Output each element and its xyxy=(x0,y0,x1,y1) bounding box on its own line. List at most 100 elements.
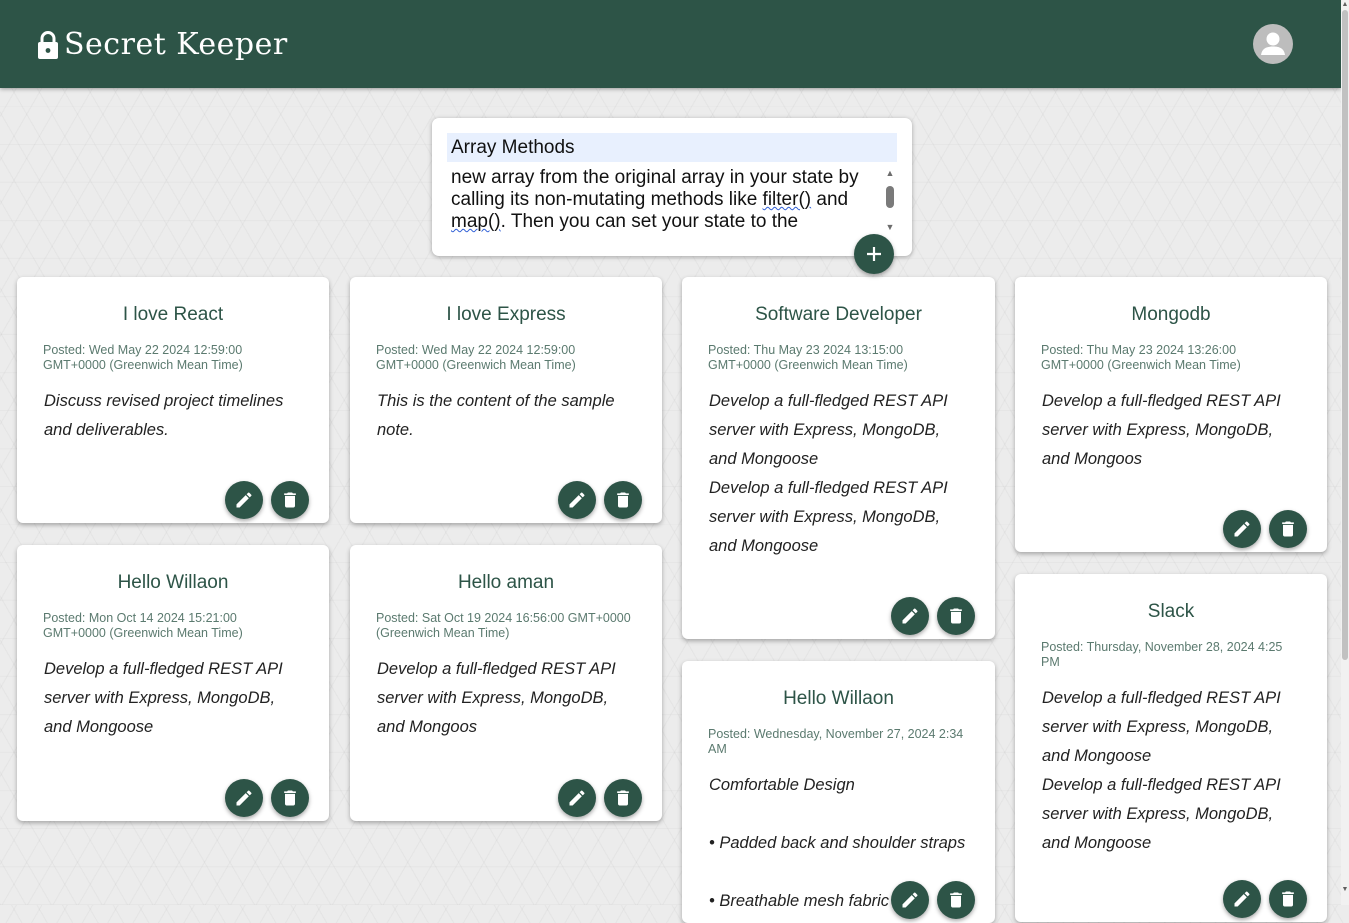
note-content-line: Develop a full-fledged REST API server w… xyxy=(44,660,283,736)
note-date: Posted: Wed May 22 2024 12:59:00 GMT+000… xyxy=(376,343,576,372)
content-line: calling its non-mutating methods like fi… xyxy=(451,189,871,211)
scrollbar-thumb[interactable] xyxy=(1342,10,1348,660)
account-circle-icon xyxy=(1261,32,1285,55)
note-content-line: Develop a full-fledged REST API server w… xyxy=(709,479,948,555)
scroll-up-arrow-icon[interactable]: ▲ xyxy=(1341,1,1349,9)
note-actions xyxy=(558,481,642,519)
note-content-line: Develop a full-fledged REST API server w… xyxy=(377,660,616,736)
edit-note-button[interactable] xyxy=(225,481,263,519)
pencil-icon xyxy=(569,790,585,806)
note-content-line: • Padded back and shoulder straps xyxy=(709,834,966,852)
content-line: new array from the original array in you… xyxy=(451,167,871,189)
note-content-line: Discuss revised project timelines and de… xyxy=(44,392,284,439)
content-code: filter() xyxy=(762,189,812,210)
note-title: Hello aman xyxy=(457,572,555,593)
plus-icon xyxy=(867,247,881,261)
account-avatar[interactable] xyxy=(1253,24,1293,64)
note-content: Develop a full-fledged REST API server w… xyxy=(1042,387,1300,474)
note-content-line: Comfortable Design xyxy=(709,776,855,794)
note-date: Posted: Thu May 23 2024 13:26:00 GMT+000… xyxy=(1041,343,1241,372)
edit-note-button[interactable] xyxy=(558,481,596,519)
note-card: Mongodb Posted: Thu May 23 2024 13:26:00 … xyxy=(1015,277,1327,552)
content-text: . Then you can set your state to the xyxy=(500,211,799,232)
note-content-textarea[interactable]: new array from the original array in you… xyxy=(451,167,871,233)
delete-note-button[interactable] xyxy=(937,597,975,635)
pencil-icon xyxy=(569,492,585,508)
textarea-scrollbar[interactable]: ▲ ▼ xyxy=(884,168,896,232)
note-content: Develop a full-fledged REST API server w… xyxy=(1042,684,1300,858)
trash-icon xyxy=(1282,891,1294,907)
textarea-scroll-down-icon[interactable]: ▼ xyxy=(884,222,896,232)
pencil-icon xyxy=(236,492,252,508)
note-content: Discuss revised project timelines and de… xyxy=(44,387,302,445)
app-header: Secret Keeper xyxy=(0,0,1341,88)
textarea-scroll-up-icon[interactable]: ▲ xyxy=(884,168,896,178)
pencil-icon xyxy=(236,790,252,806)
note-date: Posted: Mon Oct 14 2024 15:21:00 GMT+000… xyxy=(43,611,243,640)
delete-note-button[interactable] xyxy=(937,881,975,919)
note-card: I love React Posted: Wed May 22 2024 12:5… xyxy=(17,277,329,523)
content-text: new array from the original array in you… xyxy=(451,167,859,188)
note-title: Hello Willaon xyxy=(783,688,894,709)
note-card: Slack Posted: Thursday, November 28, 2024… xyxy=(1015,574,1327,922)
note-content-line: Develop a full-fledged REST API server w… xyxy=(1042,776,1281,852)
edit-note-button[interactable] xyxy=(891,597,929,635)
edit-note-button[interactable] xyxy=(558,779,596,817)
brand: Secret Keeper xyxy=(37,26,288,64)
trash-icon xyxy=(284,790,296,806)
note-date: Posted: Wed May 22 2024 12:59:00 GMT+000… xyxy=(43,343,243,372)
textarea-scroll-thumb[interactable] xyxy=(886,186,894,208)
note-card: Hello Willaon Posted: Wednesday, November… xyxy=(682,661,995,923)
note-date: Posted: Sat Oct 19 2024 16:56:00 GMT+000… xyxy=(376,611,631,640)
trash-icon xyxy=(284,492,296,508)
content-text: and xyxy=(811,189,849,210)
note-actions xyxy=(225,481,309,519)
pencil-icon xyxy=(1234,891,1250,907)
trash-icon xyxy=(950,892,962,908)
note-card: Hello aman Posted: Sat Oct 19 2024 16:56:… xyxy=(350,545,662,821)
note-title: Slack xyxy=(1147,601,1195,622)
lock-icon xyxy=(38,31,58,59)
content-text: calling its non-mutating methods like xyxy=(451,189,763,210)
edit-note-button[interactable] xyxy=(891,881,929,919)
app-title: Secret Keeper xyxy=(64,27,288,62)
note-actions xyxy=(225,779,309,817)
note-actions xyxy=(891,881,975,919)
pencil-icon xyxy=(902,892,918,908)
note-title: Mongodb xyxy=(1131,304,1211,325)
note-title-input[interactable] xyxy=(447,133,897,162)
note-actions xyxy=(1223,510,1307,548)
pencil-icon xyxy=(1234,521,1250,537)
delete-note-button[interactable] xyxy=(1269,510,1307,548)
note-actions xyxy=(1223,880,1307,918)
edit-note-button[interactable] xyxy=(225,779,263,817)
note-date: Posted: Wednesday, November 27, 2024 2:3… xyxy=(708,727,964,756)
delete-note-button[interactable] xyxy=(271,779,309,817)
trash-icon xyxy=(1282,521,1294,537)
note-title: Software Developer xyxy=(755,304,922,325)
page-scrollbar[interactable]: ▲ ▼ xyxy=(1341,0,1349,905)
note-content: Develop a full-fledged REST API server w… xyxy=(377,655,635,742)
note-title: I love React xyxy=(122,304,224,325)
edit-note-button[interactable] xyxy=(1223,880,1261,918)
note-actions xyxy=(891,597,975,635)
edit-note-button[interactable] xyxy=(1223,510,1261,548)
note-title: I love Express xyxy=(446,304,566,325)
delete-note-button[interactable] xyxy=(604,779,642,817)
note-card: I love Express Posted: Wed May 22 2024 12… xyxy=(350,277,662,523)
note-content-line: Develop a full-fledged REST API server w… xyxy=(1042,392,1281,468)
create-note-form: new array from the original array in you… xyxy=(432,118,912,256)
note-date: Posted: Thu May 23 2024 13:15:00 GMT+000… xyxy=(708,343,908,372)
scroll-down-arrow-icon[interactable]: ▼ xyxy=(1341,886,1349,894)
note-content-line: Develop a full-fledged REST API server w… xyxy=(709,392,948,468)
delete-note-button[interactable] xyxy=(604,481,642,519)
note-content-line: Develop a full-fledged REST API server w… xyxy=(1042,689,1281,765)
delete-note-button[interactable] xyxy=(271,481,309,519)
trash-icon xyxy=(617,790,629,806)
content-gap xyxy=(709,800,968,829)
delete-note-button[interactable] xyxy=(1269,880,1307,918)
trash-icon xyxy=(617,492,629,508)
note-date: Posted: Thursday, November 28, 2024 4:25… xyxy=(1041,640,1283,669)
add-note-button[interactable] xyxy=(854,234,894,274)
note-content-line: This is the content of the sample note. xyxy=(377,392,615,439)
